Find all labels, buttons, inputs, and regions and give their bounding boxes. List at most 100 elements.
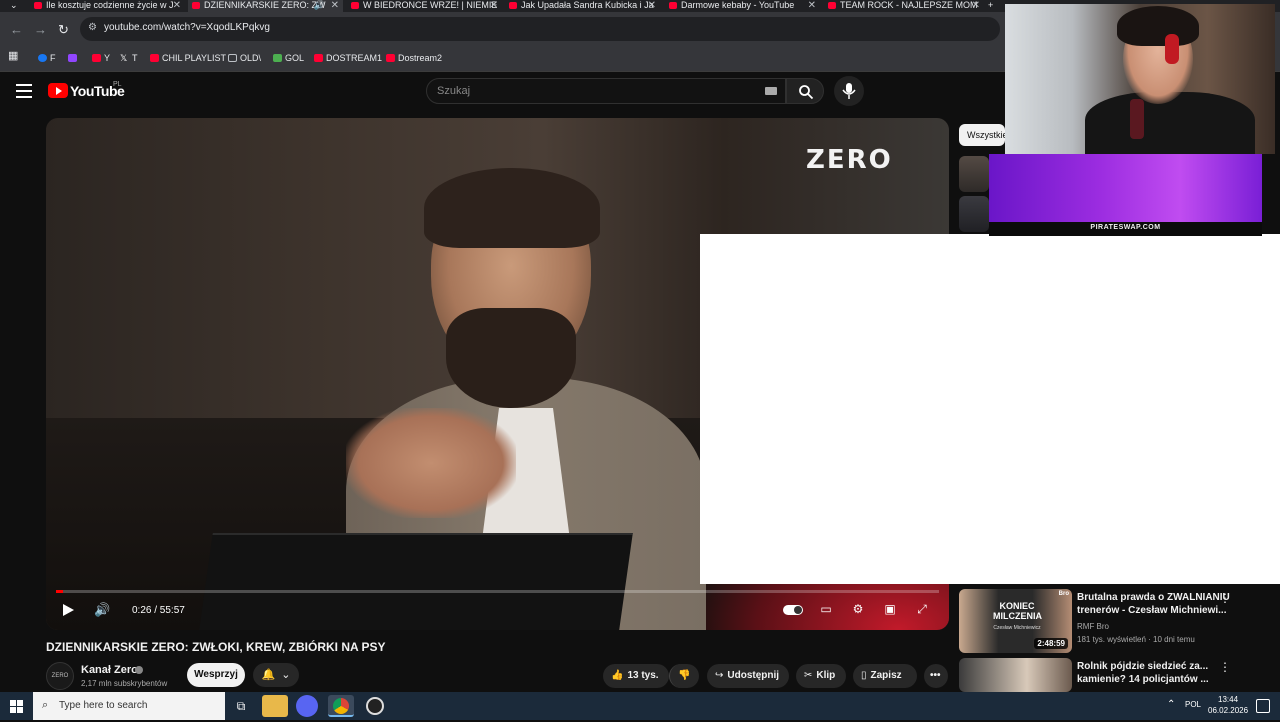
close-icon[interactable]: ✕ <box>173 0 181 11</box>
more-horizontal-icon: ••• <box>930 670 941 681</box>
clip-label: Klip <box>816 670 836 681</box>
bookmark-item[interactable]: Dostream2 <box>386 52 442 64</box>
close-icon[interactable]: ✕ <box>808 0 816 11</box>
save-button[interactable]: ▯ Zapisz <box>853 664 917 688</box>
share-arrow-icon: ↪ <box>715 670 724 681</box>
video-progress-bar[interactable] <box>56 590 939 593</box>
hamburger-menu-icon[interactable] <box>16 84 32 98</box>
browser-tab[interactable]: W BIEDRONCE WRZE! | NIEMIE ✕ <box>347 0 502 12</box>
bookmark-item[interactable]: DOSTREAM1 <box>314 52 382 64</box>
filter-chip-all[interactable]: Wszystkie <box>959 124 1005 146</box>
share-label: Udostępnij <box>727 670 780 681</box>
keyboard-icon[interactable] <box>765 87 777 95</box>
clip-button[interactable]: ✂ Klip <box>796 664 846 688</box>
thumbs-down-icon: 👎 <box>678 670 691 681</box>
video-person-beard <box>446 308 576 408</box>
like-button[interactable]: 👍 13 tys. <box>603 664 669 688</box>
browser-tab[interactable]: TEAM ROCK - NAJLEPSZE MOM ✕ <box>824 0 984 12</box>
browser-tab[interactable]: Jak Upadała Sandra Kubicka i Ja ✕ <box>505 0 660 12</box>
obs-icon[interactable] <box>362 695 388 717</box>
volume-icon[interactable]: 🔊 <box>94 602 110 618</box>
verified-icon <box>135 666 143 674</box>
subtitles-icon[interactable]: ▭ <box>817 602 835 618</box>
support-button[interactable]: Wesprzyj <box>187 663 245 687</box>
save-label: Zapisz <box>870 670 902 681</box>
recommendation-thumbnail[interactable] <box>959 658 1072 692</box>
chrome-icon[interactable] <box>328 695 354 717</box>
youtube-icon <box>92 54 101 62</box>
microphone-icon <box>1130 99 1144 139</box>
blank-overlay-panel <box>700 234 1280 584</box>
more-vertical-icon[interactable]: ⋮ <box>1219 660 1231 674</box>
recommendation-item[interactable]: KONIEC MILCZENIA Czesław Michniewicz Bro… <box>959 589 1279 653</box>
gol-icon <box>273 54 282 62</box>
bookmark-item[interactable]: Y <box>92 52 110 64</box>
file-explorer-icon[interactable] <box>262 695 288 717</box>
sidebar-thumbnail[interactable] <box>959 156 989 192</box>
taskbar-search-input[interactable]: ⌕ Type here to search <box>33 692 225 720</box>
video-laptop <box>199 533 633 630</box>
site-info-icon[interactable]: ⚙ <box>88 22 97 33</box>
bookmark-item[interactable]: GOL <box>273 52 304 64</box>
video-title: DZIENNIKARSKIE ZERO: ZWŁOKI, KREW, ZBIÓR… <box>46 640 386 654</box>
bookmark-item[interactable]: F <box>38 52 56 64</box>
zero-watermark: ZERO <box>806 145 893 175</box>
fullscreen-icon[interactable]: ⤢ <box>913 602 931 618</box>
taskbar-clock[interactable]: 13:44 06.02.2026 <box>1208 694 1248 716</box>
close-icon[interactable]: ✕ <box>648 0 656 11</box>
channel-avatar[interactable]: ZERO <box>46 662 74 690</box>
browser-tab[interactable]: Darmowe kebaby - YouTube ✕ <box>665 0 820 12</box>
bookmark-item[interactable]: CHIL PLAYLIST <box>150 52 226 64</box>
voice-search-button[interactable] <box>834 76 864 106</box>
youtube-logo-icon[interactable] <box>48 83 68 98</box>
close-icon[interactable]: ✕ <box>972 0 980 11</box>
more-actions-button[interactable]: ••• <box>924 664 948 688</box>
autoplay-toggle[interactable] <box>783 605 803 615</box>
channel-name[interactable]: Kanał Zero <box>81 664 138 676</box>
tab-search-button[interactable]: ⌄ <box>0 0 28 12</box>
discord-icon[interactable] <box>296 695 318 717</box>
search-button[interactable] <box>786 78 824 104</box>
clock-time: 13:44 <box>1218 695 1239 704</box>
forward-arrow-icon[interactable]: → <box>34 22 47 37</box>
more-vertical-icon[interactable]: ⋮ <box>1219 591 1231 605</box>
recommendation-channel[interactable]: RMF Bro <box>1077 622 1109 631</box>
notification-bell-button[interactable]: 🔔 ⌄ <box>253 663 299 687</box>
play-button[interactable] <box>60 602 76 618</box>
thumbnail-badge: Bro <box>1058 591 1069 597</box>
tab-label: TEAM ROCK - NAJLEPSZE MOM <box>840 0 978 10</box>
apps-grid-icon[interactable]: ▦ <box>8 50 18 62</box>
task-view-icon[interactable]: ⧉ <box>228 695 254 717</box>
reload-icon[interactable]: ↻ <box>58 22 69 38</box>
browser-tab-active[interactable]: DZIENNIKARSKIE ZERO: ZW 🔊 ✕ <box>188 0 343 12</box>
notification-center-icon[interactable] <box>1256 699 1270 713</box>
close-icon[interactable]: ✕ <box>331 0 339 11</box>
speaker-icon[interactable]: 🔊 <box>314 0 325 11</box>
back-arrow-icon[interactable]: ← <box>10 22 23 37</box>
chrome-logo-icon <box>333 698 349 714</box>
sidebar-thumbnail[interactable] <box>959 196 989 232</box>
bookmark-label: Y <box>104 53 111 63</box>
address-bar[interactable]: ⚙ youtube.com/watch?v=XqodLKPqkvg <box>80 17 1000 41</box>
windows-start-icon[interactable] <box>0 692 32 720</box>
windows-taskbar: ⌕ Type here to search ⧉ ⌃ POL 13:44 06.0… <box>0 692 1280 720</box>
close-icon[interactable]: ✕ <box>490 0 498 11</box>
chevron-up-icon[interactable]: ⌃ <box>1167 699 1175 710</box>
like-count: 13 tys. <box>627 670 659 681</box>
new-tab-button[interactable]: + <box>984 0 1002 12</box>
sponsor-banner-art <box>989 154 1262 222</box>
settings-gear-icon[interactable]: ⚙ <box>849 602 867 618</box>
plus-icon: + <box>988 0 994 10</box>
video-progress-fill <box>56 590 64 593</box>
video-person-hands <box>346 408 516 518</box>
search-input[interactable]: Szukaj <box>426 78 786 104</box>
bookmark-folder[interactable]: OLD\ <box>228 52 261 64</box>
share-button[interactable]: ↪ Udostępnij <box>707 664 789 688</box>
browser-tab[interactable]: Ile kosztuje codzienne życie w J ✕ <box>30 0 185 12</box>
language-indicator[interactable]: POL <box>1185 700 1201 709</box>
recommendation-thumbnail[interactable]: KONIEC MILCZENIA Czesław Michniewicz Bro… <box>959 589 1072 653</box>
bookmark-item[interactable]: 𝕏T <box>120 52 138 64</box>
theater-mode-icon[interactable]: ▣ <box>881 602 899 618</box>
microphone-icon <box>842 83 856 99</box>
dislike-button[interactable]: 👎 <box>669 664 699 688</box>
